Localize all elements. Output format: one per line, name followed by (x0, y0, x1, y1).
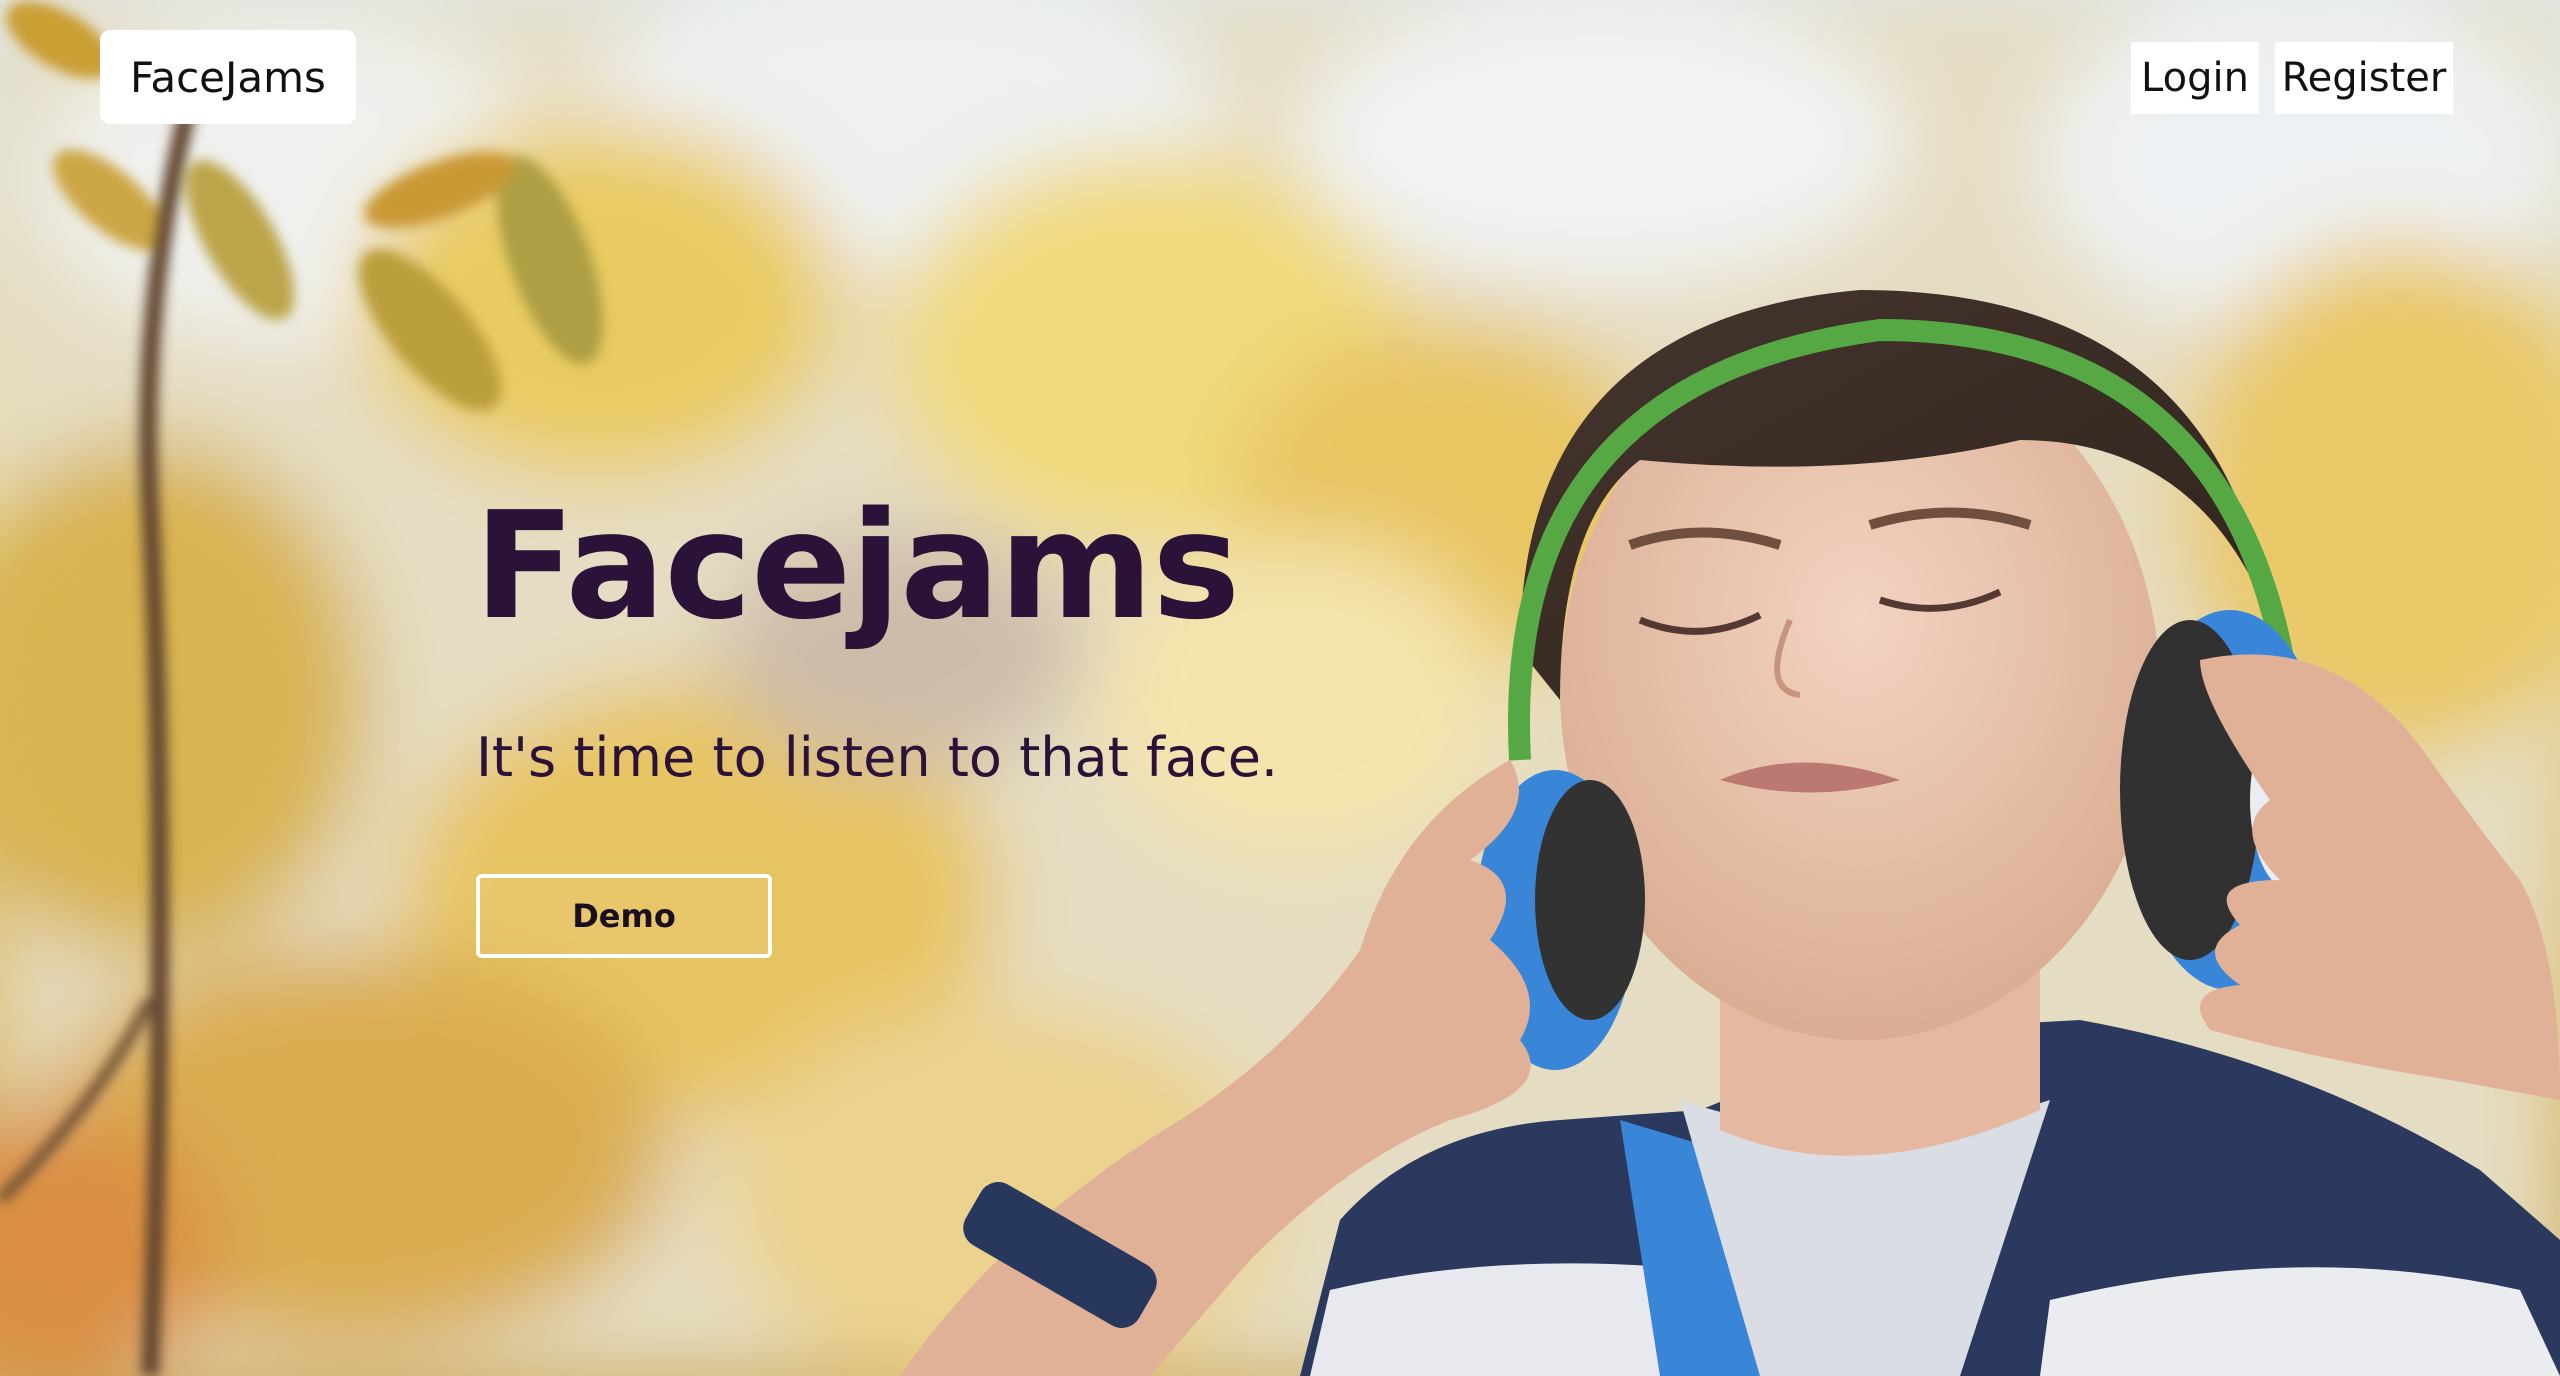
login-label: Login (2141, 55, 2249, 101)
hero-subtitle: It's time to listen to that face. (476, 726, 1279, 789)
hero-background-photo (0, 0, 2560, 1376)
register-label: Register (2281, 55, 2447, 101)
demo-button-label: Demo (572, 897, 676, 935)
login-link[interactable]: Login (2131, 42, 2259, 114)
hero-title: Facejams (474, 480, 1240, 652)
brand-label: FaceJams (130, 52, 326, 102)
register-link[interactable]: Register (2275, 42, 2453, 114)
landing-page: FaceJams Login Register Facejams It's ti… (0, 0, 2560, 1376)
demo-button[interactable]: Demo (476, 874, 772, 958)
brand-home-button[interactable]: FaceJams (100, 30, 356, 124)
top-nav: Login Register (2131, 42, 2453, 114)
